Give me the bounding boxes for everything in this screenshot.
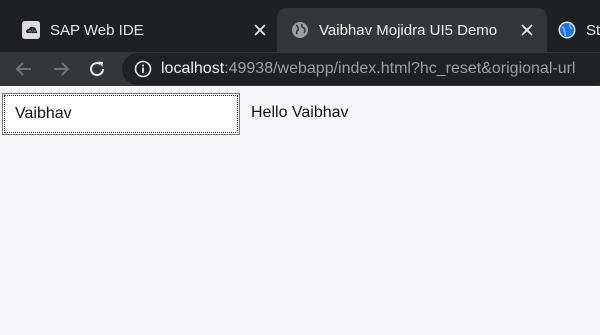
sap-webide-icon: </> — [22, 21, 40, 39]
url-host: localhost — [161, 60, 225, 77]
chrome-globe-icon — [558, 21, 576, 39]
close-tab-icon[interactable] — [250, 20, 270, 40]
tab-ui5-demo[interactable]: Vaibhav Mojidra UI5 Demo — [277, 8, 547, 52]
browser-toolbar: localhost:49938/webapp/index.html?hc_res… — [0, 52, 600, 86]
tab-partial[interactable]: St — [550, 8, 600, 52]
info-icon[interactable] — [134, 60, 152, 78]
url-text: localhost:49938/webapp/index.html?hc_res… — [161, 60, 575, 78]
greeting-text: Hello Vaibhav — [251, 104, 349, 121]
address-bar[interactable]: localhost:49938/webapp/index.html?hc_res… — [122, 53, 600, 85]
tab-sap-web-ide[interactable]: </> SAP Web IDE — [0, 8, 280, 52]
url-path: :49938/webapp/index.html?hc_reset&origio… — [224, 60, 576, 77]
back-arrow-icon[interactable] — [12, 57, 36, 81]
name-input[interactable] — [2, 93, 240, 135]
tab-strip: </> SAP Web IDE Vaibhav Mojidra UI5 Demo… — [0, 0, 600, 52]
close-tab-icon[interactable] — [517, 20, 537, 40]
tab-title: Vaibhav Mojidra UI5 Demo — [319, 21, 498, 39]
tab-title: SAP Web IDE — [50, 21, 144, 39]
tab-title: St — [586, 21, 600, 39]
reload-icon[interactable] — [85, 57, 109, 81]
forward-arrow-icon[interactable] — [49, 57, 73, 81]
svg-text:</>: </> — [28, 29, 36, 34]
page-content: Hello Vaibhav — [0, 86, 600, 335]
globe-icon — [292, 22, 308, 38]
